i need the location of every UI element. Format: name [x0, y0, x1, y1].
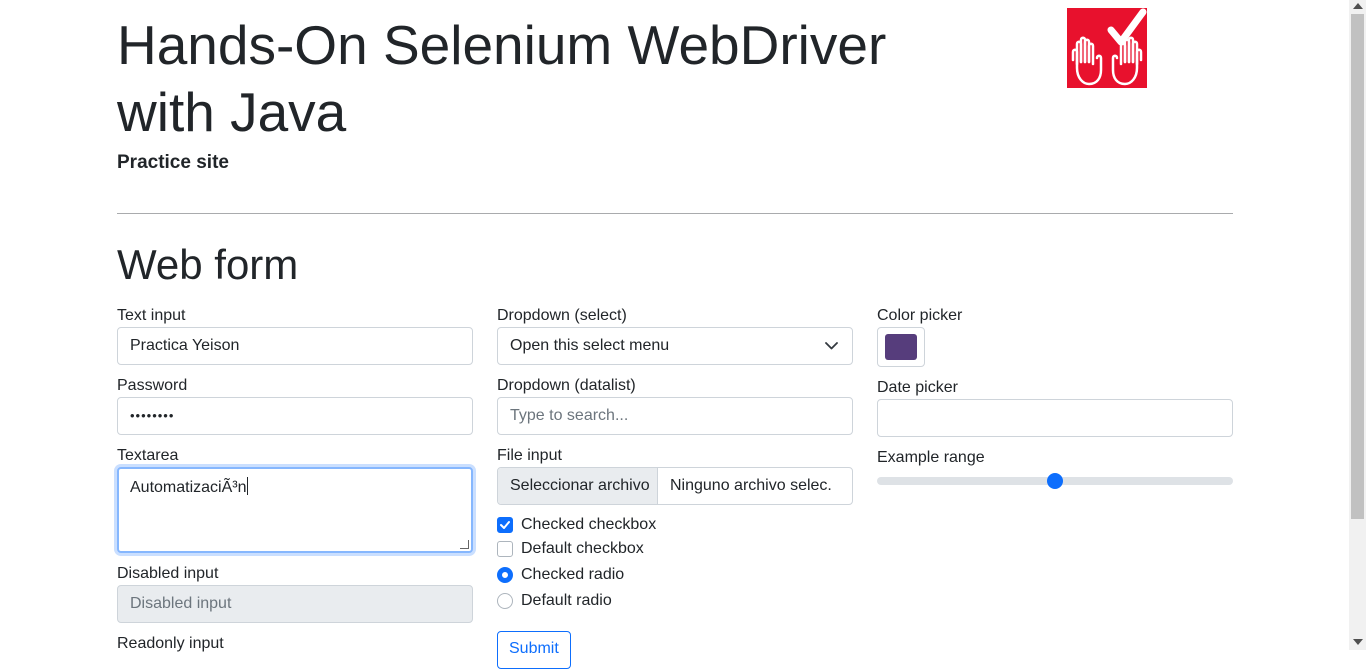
chevron-down-icon [825, 342, 838, 350]
dropdown-datalist-input[interactable]: Type to search... [497, 397, 853, 435]
file-input-label: File input [497, 447, 562, 464]
default-checkbox[interactable] [497, 541, 513, 557]
range-label: Example range [877, 449, 985, 466]
textarea-label: Textarea [117, 447, 179, 464]
readonly-input-label: Readonly input [117, 635, 224, 652]
text-input[interactable]: Practica Yeison [117, 327, 473, 365]
dropdown-select-value: Open this select menu [510, 337, 670, 354]
password-label: Password [117, 377, 188, 394]
password-input[interactable]: •••••••• [117, 397, 473, 435]
checked-radio[interactable] [497, 567, 513, 583]
checked-checkbox[interactable] [497, 517, 513, 533]
default-radio-label: Default radio [521, 592, 612, 609]
color-swatch [885, 334, 917, 360]
checked-radio-label: Checked radio [521, 566, 625, 583]
textarea-value: AutomatizaciÃ³n [130, 479, 247, 496]
submit-button[interactable]: Submit [497, 631, 571, 669]
form-heading: Web form [117, 241, 299, 288]
default-checkbox-label: Default checkbox [521, 540, 644, 557]
text-caret [246, 477, 248, 495]
default-radio[interactable] [497, 593, 513, 609]
hands-check-logo [1067, 8, 1147, 88]
scroll-up-arrow-icon[interactable] [1353, 3, 1363, 9]
textarea[interactable]: AutomatizaciÃ³n [117, 467, 473, 553]
page-title: Hands-On Selenium WebDriver with Java [117, 14, 887, 143]
date-picker-input[interactable] [877, 399, 1233, 437]
text-input-label: Text input [117, 307, 186, 324]
header-divider [117, 213, 1233, 214]
file-status: Ninguno archivo selec. [670, 477, 832, 494]
resize-handle-icon[interactable] [460, 540, 469, 549]
dropdown-select-label: Dropdown (select) [497, 307, 627, 324]
disabled-input: Disabled input [117, 585, 473, 623]
range-thumb[interactable] [1047, 473, 1063, 489]
dropdown-select[interactable]: Open this select menu [497, 327, 853, 365]
file-input[interactable]: Seleccionar archivo Ninguno archivo sele… [497, 467, 853, 505]
checkmark-icon [500, 521, 510, 529]
choose-file-button[interactable]: Seleccionar archivo [498, 468, 658, 504]
scroll-down-arrow-icon[interactable] [1353, 639, 1363, 645]
scrollbar-thumb[interactable] [1351, 14, 1364, 519]
dropdown-datalist-label: Dropdown (datalist) [497, 377, 636, 394]
disabled-input-label: Disabled input [117, 565, 219, 582]
page-subtitle: Practice site [117, 152, 229, 173]
color-picker[interactable] [877, 327, 925, 367]
color-picker-label: Color picker [877, 307, 963, 324]
checked-checkbox-label: Checked checkbox [521, 516, 657, 533]
date-picker-label: Date picker [877, 379, 958, 396]
